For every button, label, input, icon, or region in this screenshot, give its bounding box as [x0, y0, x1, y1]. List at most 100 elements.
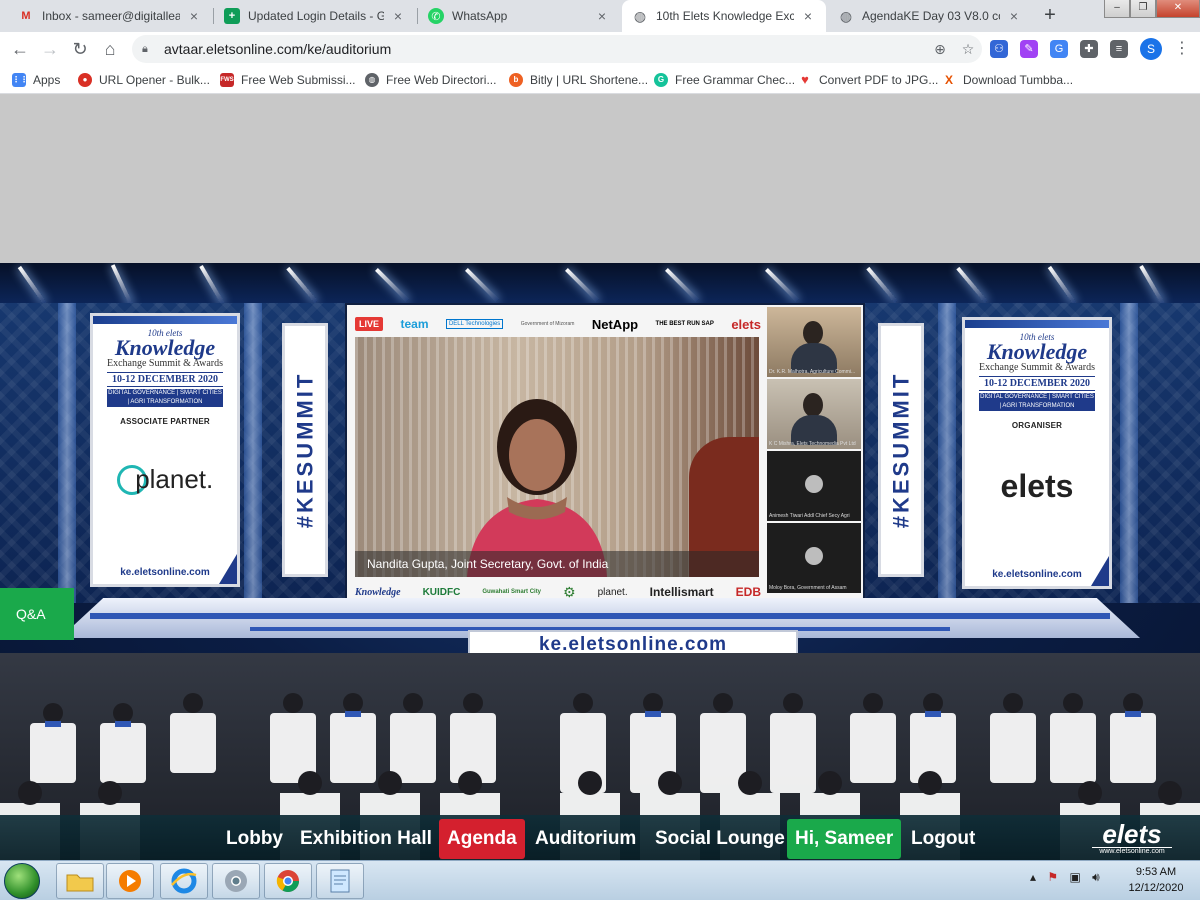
bookmark-label: Free Web Submissi...	[241, 73, 356, 87]
event-dates: 10-12 DECEMBER 2020	[107, 372, 223, 387]
bookmark-apps[interactable]: ⋮⋮ Apps	[12, 71, 60, 89]
clock-date: 12/12/2020	[1128, 882, 1184, 894]
media-control-icon[interactable]: ≡	[1110, 40, 1128, 58]
puzzle-extensions-icon[interactable]: ✚	[1080, 40, 1098, 58]
minimize-button[interactable]: –	[1104, 0, 1130, 18]
bookmark-web-directory[interactable]: ◍ Free Web Directori...	[365, 71, 496, 89]
summit-branding: 10th elets Knowledge Exchange Summit & A…	[965, 332, 1109, 411]
bookmark-label: Convert PDF to JPG...	[819, 73, 939, 87]
nav-social-lounge[interactable]: Social Lounge	[647, 819, 793, 859]
wall-column	[1120, 303, 1138, 603]
bookmark-label: Bitly | URL Shortene...	[530, 73, 649, 87]
address-url[interactable]: avtaar.eletsonline.com/ke/auditorium	[164, 41, 926, 57]
forward-button[interactable]: →	[38, 37, 62, 61]
network-icon[interactable]: ▣	[1069, 870, 1080, 884]
speaker-caption: Nandita Gupta, Joint Secretary, Govt. of…	[355, 551, 759, 577]
tab-whatsapp[interactable]: ✆ WhatsApp ×	[418, 0, 620, 32]
bookmark-label: Free Web Directori...	[386, 73, 497, 87]
chrome-icon[interactable]	[212, 863, 260, 899]
nav-lobby[interactable]: Lobby	[218, 819, 291, 859]
new-tab-button[interactable]: +	[1038, 4, 1062, 28]
system-tray: ▴ ⚑ ▣ 🔊︎	[1030, 870, 1100, 885]
close-tab-icon[interactable]: ×	[186, 8, 202, 24]
nav-auditorium[interactable]: Auditorium	[527, 819, 644, 859]
fws-icon: FWS	[220, 73, 234, 87]
volume-icon[interactable]: 🔊︎	[1092, 870, 1100, 884]
sponsor-kuidfc: KUIDFC	[422, 586, 461, 598]
bookmarks-bar: ⋮⋮ Apps ● URL Opener - Bulk... FWS Free …	[0, 66, 1200, 94]
bookmark-web-submission[interactable]: FWS Free Web Submissi...	[220, 71, 355, 89]
close-tab-icon[interactable]: ×	[800, 8, 816, 24]
bookmark-label: Free Grammar Chec...	[675, 73, 796, 87]
lock-icon[interactable]: 🔒︎	[142, 43, 156, 56]
globe-icon: ◍	[839, 7, 853, 24]
participant-name: K C Mishra, Elets Technomedia Pvt Ltd	[769, 441, 856, 447]
tab-title: Inbox - sameer@digitallearni	[42, 9, 180, 23]
taskbar-clock[interactable]: 9:53 AM 12/12/2020	[1116, 864, 1196, 896]
participant-tile[interactable]: Moloy Bora, Government of Assam	[767, 523, 861, 593]
participant-tile[interactable]: Animesh Tiwari Addl Chief Secy Agri	[767, 451, 861, 521]
close-tab-icon[interactable]: ×	[390, 8, 406, 24]
participant-tile[interactable]: K C Mishra, Elets Technomedia Pvt Ltd	[767, 379, 861, 449]
brand-subtitle: Exchange Summit & Awards	[978, 362, 1095, 373]
wall-column	[244, 303, 262, 603]
internet-explorer-icon[interactable]	[160, 863, 208, 899]
tab-inbox[interactable]: M Inbox - sameer@digitallearni ×	[8, 0, 212, 32]
banner-url: ke.eletsonline.com	[120, 567, 210, 578]
extension-icon[interactable]: ⚇	[990, 40, 1008, 58]
show-hidden-icons[interactable]: ▴	[1030, 870, 1036, 884]
bookmark-bitly[interactable]: b Bitly | URL Shortene...	[509, 71, 648, 89]
bookmark-star-icon[interactable]: ☆	[954, 41, 982, 58]
close-tab-icon[interactable]: ×	[594, 8, 610, 24]
nav-agenda[interactable]: Agenda	[439, 819, 525, 859]
security-alert-icon[interactable]: ⚑	[1047, 870, 1058, 884]
back-button[interactable]: ←	[8, 37, 32, 61]
event-tags: DIGITAL GOVERNANCE | SMART CITIES | AGRI…	[979, 393, 1095, 411]
nav-logout[interactable]: Logout	[903, 819, 983, 859]
tab-agenda[interactable]: ◍ AgendaKE Day 03 V8.0 copy ×	[828, 0, 1032, 32]
start-button[interactable]	[4, 863, 40, 899]
banner-corner	[1091, 556, 1109, 586]
folder-icon[interactable]	[56, 863, 104, 899]
bookmark-pdf-to-jpg[interactable]: ♥ Convert PDF to JPG...	[798, 71, 938, 89]
reload-button[interactable]: ↻	[68, 37, 92, 61]
nav-exhibition-hall[interactable]: Exhibition Hall	[292, 819, 440, 859]
wall-column	[938, 303, 956, 603]
home-button[interactable]: ⌂	[98, 37, 122, 61]
sponsor-elets: elets	[731, 316, 761, 332]
hashtag-text: #KESUMMIT	[292, 371, 317, 529]
pen-extension-icon[interactable]: ✎	[1020, 40, 1038, 58]
chrome-icon[interactable]	[264, 863, 312, 899]
bookmark-url-opener[interactable]: ● URL Opener - Bulk...	[78, 71, 210, 89]
brand-subtitle: Exchange Summit & Awards	[106, 358, 223, 369]
sponsor-edb: EDB	[735, 585, 761, 599]
sheets-icon: +	[224, 8, 240, 24]
tab-login-details[interactable]: + Updated Login Details - Goo ×	[214, 0, 416, 32]
user-greeting-button[interactable]: Hi, Sameer	[787, 819, 902, 859]
browser-toolbar: ← → ↻ ⌂ 🔒︎ avtaar.eletsonline.com/ke/aud…	[0, 32, 1200, 66]
elets-brand-logo[interactable]: elets www.eletsonline.com	[1092, 821, 1172, 855]
close-tab-icon[interactable]: ×	[1006, 8, 1022, 24]
zoom-icon[interactable]: ⊕	[926, 41, 954, 58]
banner-associate-partner: 10th elets Knowledge Exchange Summit & A…	[90, 313, 240, 587]
media-player-icon[interactable]	[106, 863, 154, 899]
profile-avatar[interactable]: S	[1140, 38, 1162, 60]
address-bar[interactable]: 🔒︎ avtaar.eletsonline.com/ke/auditorium …	[132, 35, 982, 63]
elets-brand-url: www.eletsonline.com	[1092, 847, 1172, 855]
notepad-icon[interactable]	[316, 863, 364, 899]
tumbba-icon: X	[944, 73, 953, 87]
bookmark-tumbba[interactable]: X Download Tumbba...	[942, 71, 1073, 89]
sponsor-planet: planet.	[597, 586, 628, 598]
qa-button[interactable]: Q&A	[0, 588, 74, 640]
heart-icon: ♥	[801, 72, 809, 87]
close-window-button[interactable]: ✕	[1156, 0, 1200, 18]
sponsor-role: ORGANISER	[1011, 421, 1063, 430]
participant-list: Dr. K.R. Malhotra, Agriculture Commi... …	[767, 307, 861, 603]
tab-elets-knowledge[interactable]: ◍ 10th Elets Knowledge Exchan ×	[622, 0, 826, 32]
menu-kebab-icon[interactable]: ⋮	[1172, 38, 1192, 58]
bookmark-label: URL Opener - Bulk...	[99, 73, 210, 87]
translate-extension-icon[interactable]: G	[1050, 40, 1068, 58]
bookmark-grammar-checker[interactable]: G Free Grammar Chec...	[654, 71, 795, 89]
participant-tile[interactable]: Dr. K.R. Malhotra, Agriculture Commi...	[767, 307, 861, 377]
restore-button[interactable]: ❐	[1130, 0, 1156, 18]
